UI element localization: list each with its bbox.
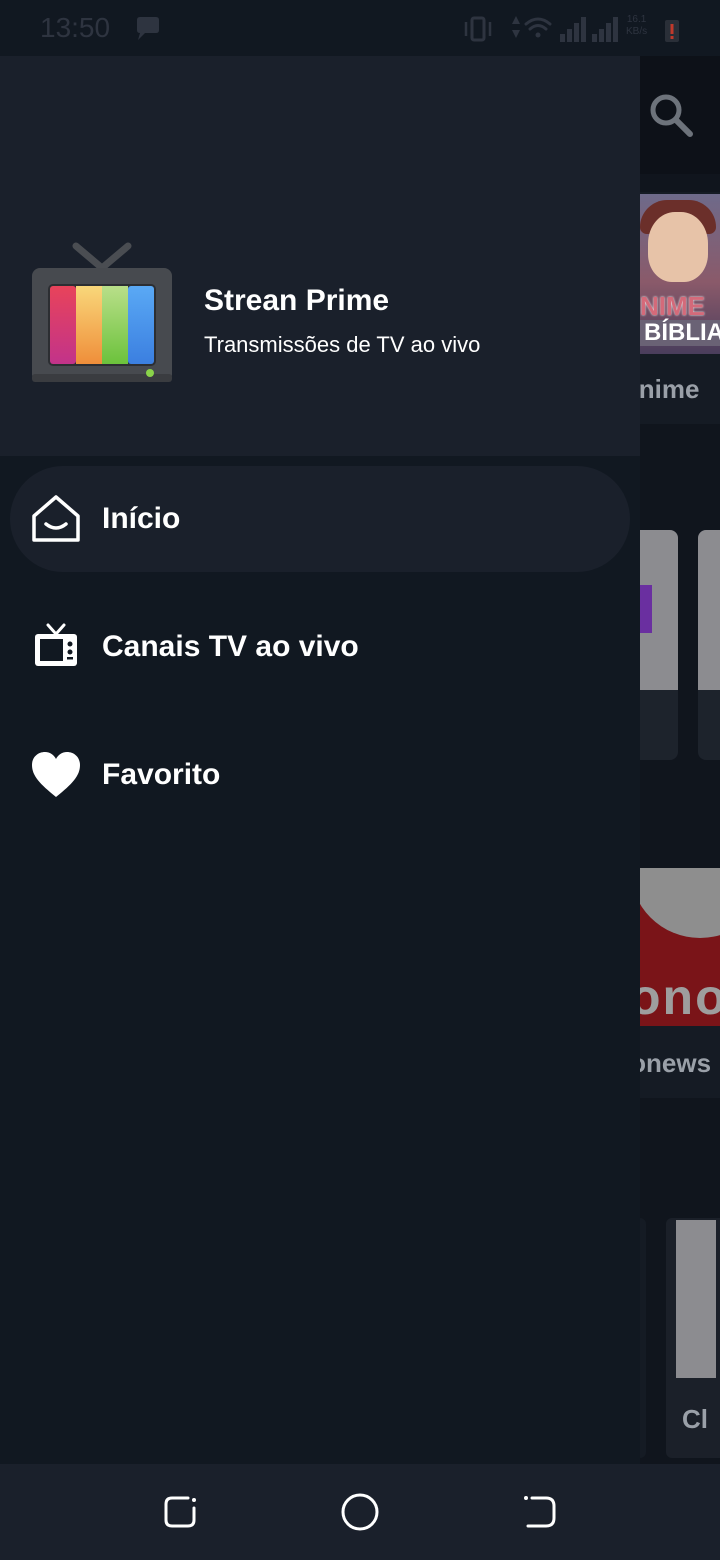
data-arrows-icon — [512, 16, 520, 38]
drawer-item-label: Canais TV ao vivo — [102, 630, 359, 663]
wifi-icon — [524, 17, 552, 38]
status-icons — [464, 16, 679, 42]
home-button[interactable] — [338, 1490, 382, 1534]
battery-alert-icon — [665, 20, 679, 42]
tv-logo-icon — [32, 242, 172, 382]
drawer-item-label: Início — [102, 502, 181, 535]
channel-title: Cl — [682, 1404, 708, 1434]
recents-button[interactable] — [158, 1490, 202, 1534]
navigation-drawer: Strean Prime Transmissões de TV ao vivo … — [0, 0, 640, 1464]
app-subtitle: Transmissões de TV ao vivo — [204, 332, 481, 357]
signal-icon — [592, 17, 618, 42]
app-name: Strean Prime — [204, 284, 390, 317]
drawer-item-inicio[interactable]: Início — [10, 466, 630, 572]
drawer-item-label: Favorito — [102, 758, 221, 791]
message-icon — [137, 17, 159, 40]
search-icon[interactable] — [646, 90, 696, 140]
status-time: 13:50 — [40, 12, 111, 43]
network-speed: 16.1 KB/s — [626, 14, 648, 37]
channel-thumbnail — [698, 530, 720, 690]
heart-icon — [32, 752, 80, 797]
drawer-item-favorito[interactable]: Favorito — [10, 722, 630, 828]
drawer-item-canais-tv[interactable]: Canais TV ao vivo — [10, 594, 630, 700]
back-button[interactable] — [518, 1490, 562, 1534]
system-nav-bar — [0, 1464, 720, 1560]
tv-icon — [35, 623, 77, 666]
home-icon — [32, 495, 80, 542]
signal-icon — [560, 17, 586, 42]
vibrate-icon — [464, 16, 492, 42]
channel-thumbnail — [676, 1220, 716, 1378]
drawer-header: Strean Prime Transmissões de TV ao vivo — [0, 0, 640, 456]
status-bar: 13:50 16.1 KB/s — [0, 0, 720, 56]
